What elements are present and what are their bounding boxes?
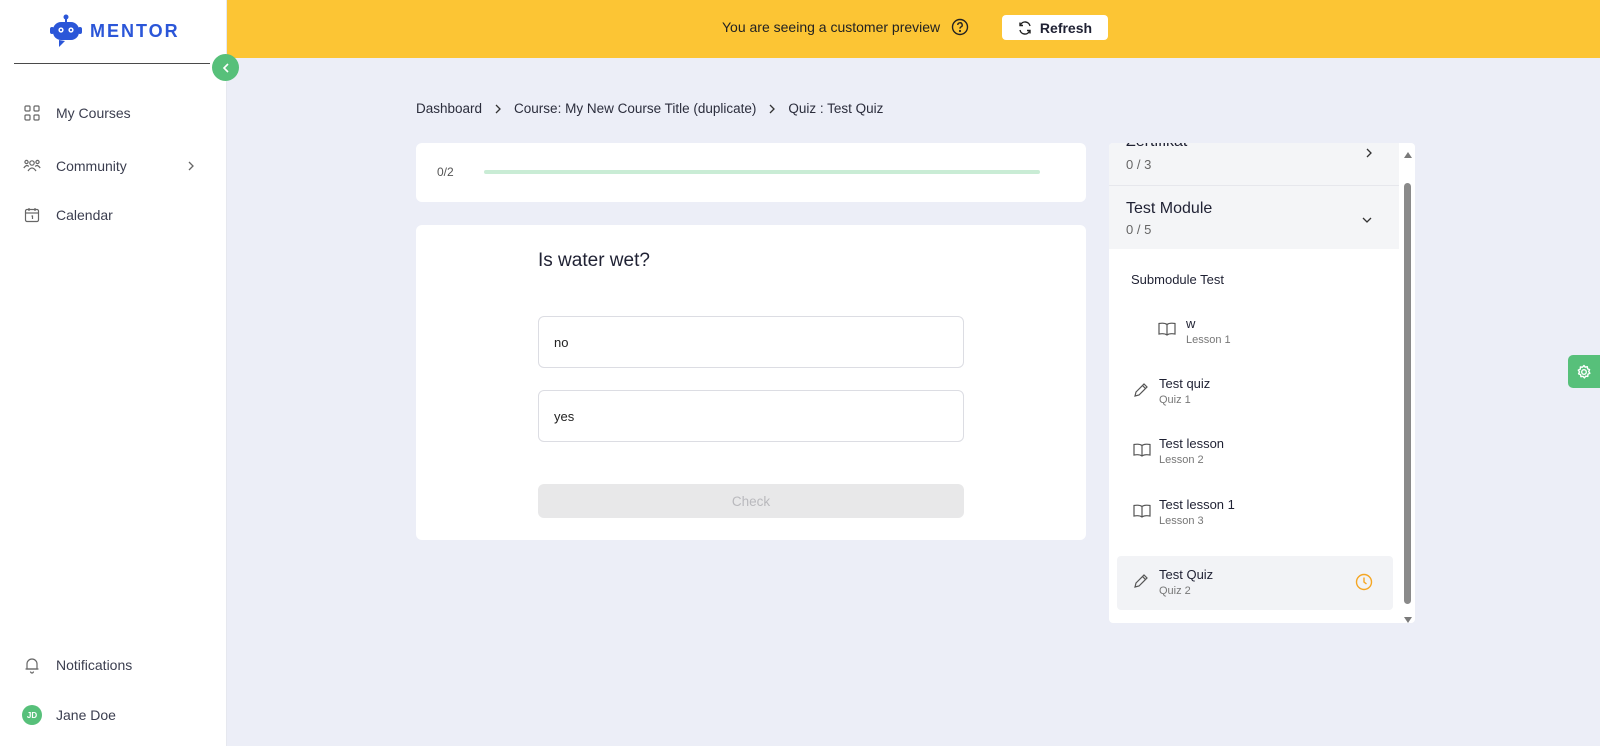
lesson-item[interactable]: w Lesson 1 — [1117, 305, 1393, 359]
breadcrumb: Dashboard Course: My New Course Title (d… — [416, 101, 883, 116]
scrollbar-thumb[interactable] — [1404, 183, 1411, 604]
lesson-item[interactable]: Test quiz Quiz 1 — [1117, 365, 1393, 419]
progress-bar — [484, 170, 1040, 174]
lesson-title: Test lesson 1 — [1159, 497, 1235, 512]
module-row[interactable]: Zertifikat 0 / 3 — [1109, 143, 1399, 185]
pencil-icon — [1133, 382, 1149, 403]
clock-icon — [1355, 573, 1373, 596]
lesson-title: Test lesson — [1159, 436, 1225, 451]
lesson-item[interactable]: Test lesson 1 Lesson 3 — [1117, 487, 1393, 541]
sidebar-item-label: My Courses — [56, 105, 131, 121]
avatar-wrap: JD — [22, 705, 42, 725]
lesson-subtitle: Quiz 2 — [1159, 585, 1191, 597]
quiz-progress-card: 0/2 — [416, 143, 1086, 202]
banner-text: You are seeing a customer preview — [722, 19, 941, 35]
people-icon — [22, 156, 42, 176]
sidebar-item-label: Community — [56, 158, 127, 174]
book-icon — [1133, 443, 1151, 462]
avatar: JD — [22, 705, 42, 725]
pencil-icon — [1133, 573, 1149, 594]
sidebar-item-calendar[interactable]: Calendar — [22, 203, 202, 227]
refresh-label: Refresh — [1039, 19, 1093, 36]
sidebar-item-label: Calendar — [56, 207, 113, 223]
answer-label: yes — [554, 408, 575, 424]
grid-icon — [22, 103, 42, 123]
lesson-subtitle: Lesson 1 — [1186, 334, 1231, 346]
brand-name: MENTOR — [90, 20, 180, 41]
answer-option[interactable]: no — [538, 316, 964, 368]
lesson-title: Test quiz — [1159, 376, 1211, 391]
refresh-button[interactable]: Refresh — [1002, 15, 1108, 40]
lesson-subtitle: Lesson 3 — [1159, 515, 1204, 527]
settings-button[interactable] — [1568, 355, 1600, 388]
course-outline-panel: Zertifikat 0 / 3 Test Module 0 / 5 Submo… — [1109, 143, 1415, 623]
chevron-left-icon — [222, 62, 229, 73]
gear-icon — [1577, 364, 1591, 379]
bell-icon — [22, 655, 42, 675]
module-title: Zertifikat — [1126, 143, 1187, 151]
submodule-title: Submodule Test — [1131, 272, 1224, 287]
answer-option[interactable]: yes — [538, 390, 964, 442]
breadcrumb-course[interactable]: Course: My New Course Title (duplicate) — [514, 101, 756, 116]
sidebar-divider — [14, 63, 210, 64]
lesson-subtitle: Quiz 1 — [1159, 394, 1191, 406]
refresh-icon — [1019, 20, 1031, 35]
breadcrumb-quiz: Quiz : Test Quiz — [788, 101, 884, 116]
sidebar-item-notifications[interactable]: Notifications — [22, 653, 202, 677]
scroll-down-arrow[interactable] — [1403, 611, 1413, 629]
robot-logo-icon — [50, 14, 82, 47]
chevron-right-icon — [494, 103, 502, 115]
help-icon[interactable] — [951, 18, 969, 41]
sidebar: MENTOR My Courses Community Calendar Not… — [0, 0, 227, 746]
chevron-right-icon — [768, 103, 776, 115]
check-button[interactable]: Check — [538, 484, 964, 518]
question-card: Is water wet? no yes Check — [416, 225, 1086, 540]
breadcrumb-dashboard[interactable]: Dashboard — [416, 101, 482, 116]
chevron-down-icon — [1361, 212, 1373, 230]
sidebar-item-user[interactable]: JD Jane Doe — [22, 703, 202, 727]
lesson-title: w — [1186, 316, 1196, 331]
lesson-subtitle: Lesson 2 — [1159, 454, 1204, 466]
sidebar-item-my-courses[interactable]: My Courses — [22, 101, 202, 125]
user-name: Jane Doe — [56, 707, 116, 723]
calendar-icon — [22, 205, 42, 225]
progress-label: 0/2 — [437, 165, 454, 179]
module-row[interactable]: Test Module 0 / 5 — [1109, 186, 1399, 249]
book-icon — [1158, 322, 1176, 341]
module-count: 0 / 5 — [1126, 222, 1152, 237]
chevron-right-icon — [1364, 146, 1374, 164]
lesson-title: Test Quiz — [1159, 567, 1214, 582]
lesson-item[interactable]: Test lesson Lesson 2 — [1117, 426, 1393, 480]
chevron-right-icon — [186, 159, 196, 175]
preview-banner: You are seeing a customer preview Refres… — [227, 0, 1600, 58]
brand-logo[interactable]: MENTOR — [50, 14, 180, 48]
sidebar-item-community[interactable]: Community — [22, 154, 202, 178]
question-title: Is water wet? — [538, 250, 650, 271]
module-title: Test Module — [1126, 200, 1213, 217]
scroll-up-arrow[interactable] — [1403, 146, 1413, 164]
module-count: 0 / 3 — [1126, 157, 1152, 172]
collapse-sidebar-button[interactable] — [212, 54, 239, 81]
book-icon — [1133, 504, 1151, 523]
lesson-item-active[interactable]: Test Quiz Quiz 2 — [1117, 556, 1393, 610]
answer-label: no — [554, 334, 569, 350]
notifications-label: Notifications — [56, 657, 133, 673]
